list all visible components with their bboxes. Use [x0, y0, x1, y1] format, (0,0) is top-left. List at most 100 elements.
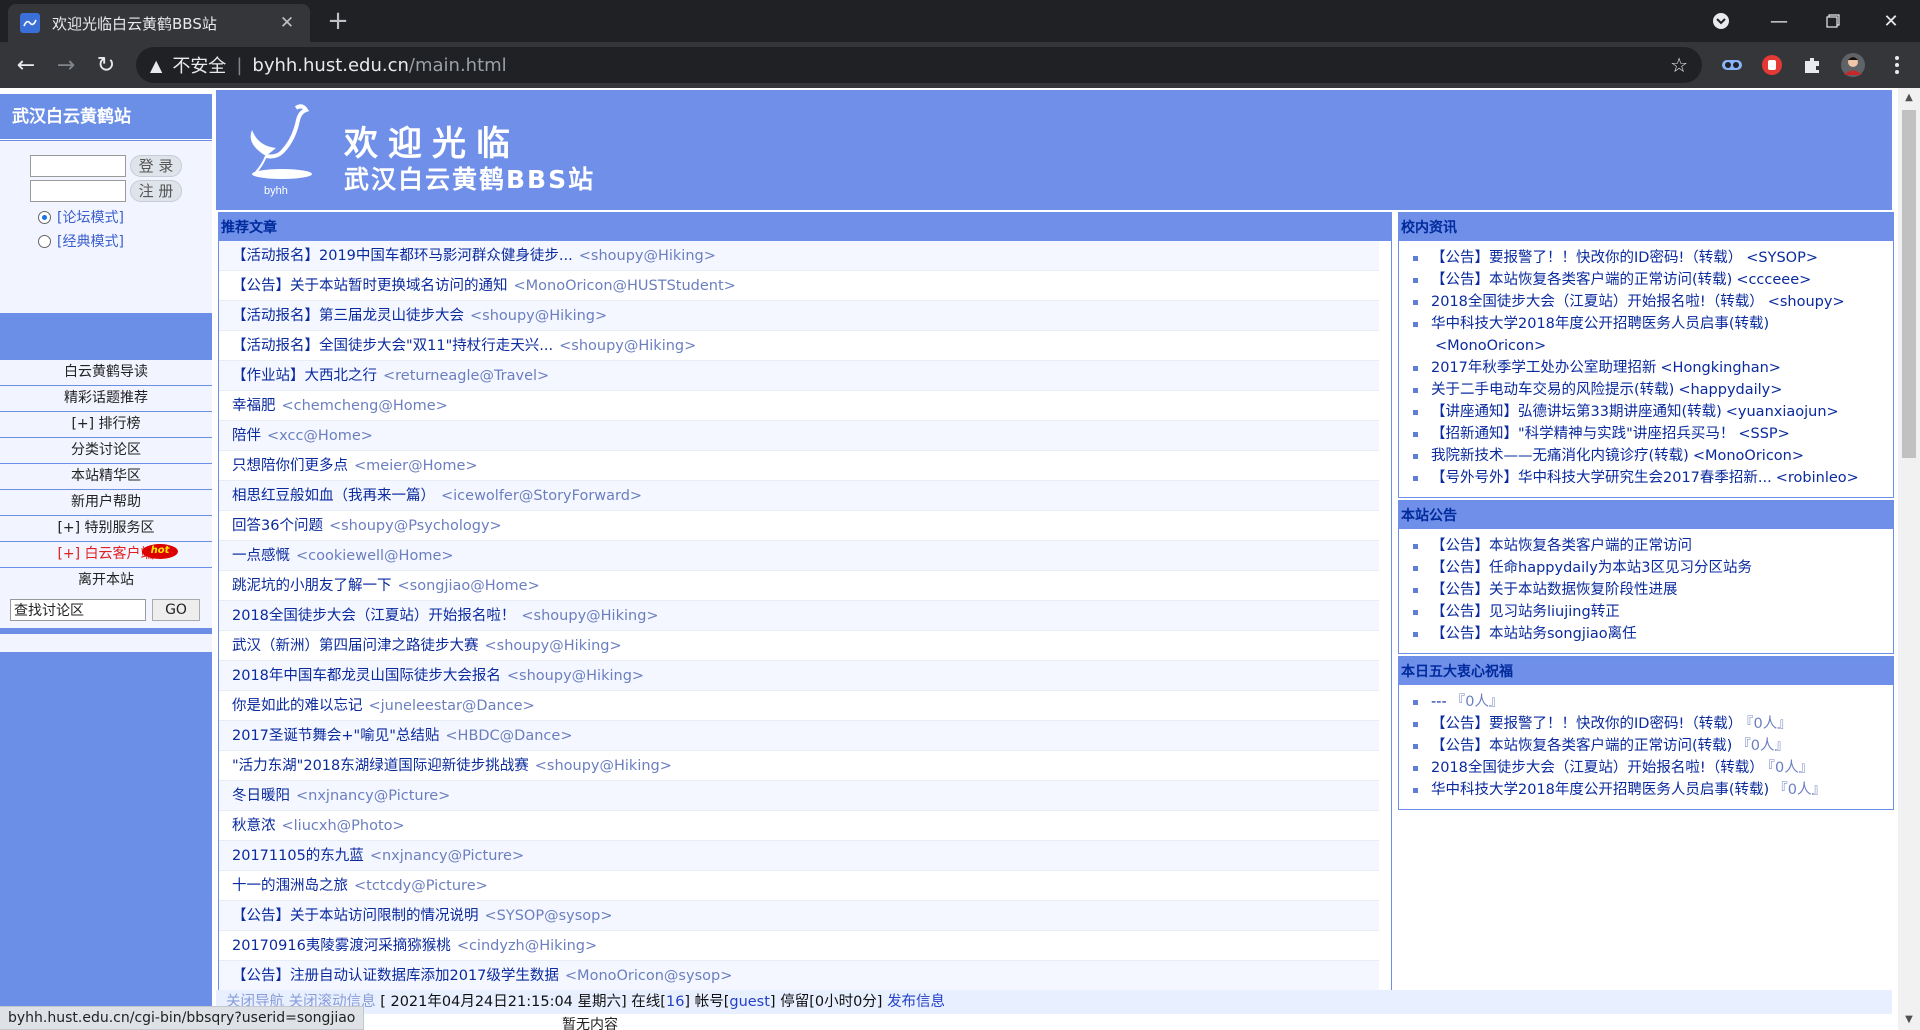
go-button[interactable]: GO: [152, 599, 200, 621]
news-title[interactable]: 【讲座通知】弘德讲坛第33期讲座通知(转载): [1431, 404, 1722, 420]
back-icon[interactable]: ←: [6, 45, 46, 85]
article-row[interactable]: 只想陪你们更多点 <meier@Home>: [219, 451, 1379, 481]
reload-icon[interactable]: ↻: [86, 45, 126, 85]
article-title[interactable]: 【活动报名】第三届龙灵山徒步大会: [232, 308, 464, 324]
forward-icon[interactable]: →: [46, 45, 86, 85]
board-search-input[interactable]: [10, 599, 146, 621]
article-author[interactable]: <cookiewell@Home>: [296, 548, 454, 564]
article-title[interactable]: 秋意浓: [232, 818, 276, 834]
online-count[interactable]: 16: [666, 994, 684, 1010]
browser-menu-icon[interactable]: [1882, 50, 1912, 80]
blessing-title[interactable]: ---: [1431, 694, 1447, 710]
radio-classic-mode[interactable]: [38, 234, 51, 248]
article-title[interactable]: 【作业站】大西北之行: [232, 368, 377, 384]
browser-tab[interactable]: 欢迎光临白云黄鹤BBS站 ✕: [8, 4, 310, 42]
news-title[interactable]: 关于二手电动车交易的风险提示(转载): [1431, 382, 1674, 398]
news-title[interactable]: 2018全国徒步大会（江夏站）开始报名啦!（转载）: [1431, 294, 1764, 310]
article-title[interactable]: 【活动报名】全国徒步大会"双11"持杖行走天兴...: [232, 338, 553, 354]
article-row[interactable]: 武汉（新洲）第四届问津之路徒步大赛 <shoupy@Hiking>: [219, 631, 1379, 661]
menu-hot-topics[interactable]: 精彩话题推荐: [0, 386, 212, 411]
warning-icon[interactable]: ▲: [150, 56, 162, 75]
article-author[interactable]: <chemcheng@Home>: [282, 398, 448, 414]
article-author[interactable]: <tctcdy@Picture>: [354, 878, 488, 894]
list-item[interactable]: 【公告】本站恢复各类客户端的正常访问(转载) 『0人』: [1399, 735, 1893, 757]
article-author[interactable]: <MonoOricon@sysop>: [565, 968, 732, 984]
menu-leave[interactable]: 离开本站: [0, 568, 212, 593]
blessing-title[interactable]: 【公告】本站恢复各类客户端的正常访问(转载): [1431, 738, 1732, 754]
article-row[interactable]: 【作业站】大西北之行 <returneagle@Travel>: [219, 361, 1379, 391]
article-row[interactable]: 一点感慨 <cookiewell@Home>: [219, 541, 1379, 571]
article-row[interactable]: "活力东湖"2018东湖绿道国际迎新徒步挑战赛 <shoupy@Hiking>: [219, 751, 1379, 781]
mode-forum[interactable]: [论坛模式]: [38, 207, 124, 227]
article-row[interactable]: 【公告】关于本站暂时更换域名访问的通知 <MonoOricon@HUSTStude…: [219, 271, 1379, 301]
list-item[interactable]: 【公告】本站恢复各类客户端的正常访问: [1399, 535, 1893, 557]
news-author[interactable]: <happydaily>: [1678, 382, 1782, 398]
publish-link[interactable]: 发布信息: [887, 994, 945, 1010]
crane-logo[interactable]: byhh: [236, 100, 328, 200]
article-row[interactable]: 20170916夷陵雾渡河采摘猕猴桃 <cindyzh@Hiking>: [219, 931, 1379, 961]
article-author[interactable]: <SYSOP@sysop>: [485, 908, 613, 924]
profile-avatar-icon[interactable]: [1838, 50, 1868, 80]
list-item[interactable]: 我院新技术——无痛消化内镜诊疗(转载) <MonoOricon>: [1399, 445, 1893, 467]
article-row[interactable]: 陪伴 <xcc@Home>: [219, 421, 1379, 451]
list-item[interactable]: --- 『0人』: [1399, 691, 1893, 713]
radio-forum-mode[interactable]: [38, 210, 51, 224]
article-row[interactable]: 20171105的东九蓝 <nxjnancy@Picture>: [219, 841, 1379, 871]
list-item[interactable]: 【公告】本站恢复各类客户端的正常访问(转载) <ccceee>: [1399, 269, 1893, 291]
article-title[interactable]: 【公告】注册自动认证数据库添加2017级学生数据: [232, 968, 559, 984]
article-title[interactable]: 冬日暖阳: [232, 788, 290, 804]
list-item[interactable]: 华中科技大学2018年度公开招聘医务人员启事(转载) 『0人』: [1399, 779, 1893, 801]
news-author[interactable]: <robinleo>: [1776, 470, 1859, 486]
article-row[interactable]: 【活动报名】2019中国车都环马影河群众健身徒步... <shoupy@Hikin…: [219, 241, 1379, 271]
article-title[interactable]: 20170916夷陵雾渡河采摘猕猴桃: [232, 938, 451, 954]
menu-digest[interactable]: 本站精华区: [0, 464, 212, 489]
page-scrollbar[interactable]: ▲ ▼: [1898, 88, 1920, 1030]
news-author[interactable]: <MonoOricon>: [1693, 448, 1804, 464]
list-item[interactable]: 【招新通知】"科学精神与实践"讲座招兵买马！ <SSP>: [1399, 423, 1893, 445]
extension-mask-icon[interactable]: [1717, 50, 1747, 80]
list-item[interactable]: 关于二手电动车交易的风险提示(转载) <happydaily>: [1399, 379, 1893, 401]
login-button[interactable]: 登 录: [130, 155, 182, 177]
article-title[interactable]: 一点感慨: [232, 548, 290, 564]
article-author[interactable]: <shoupy@Hiking>: [579, 248, 716, 264]
menu-client[interactable]: [+] 白云客户端 hot: [0, 542, 212, 567]
news-title[interactable]: 2017年秋季学工处办公室助理招新: [1431, 360, 1656, 376]
tab-close-icon[interactable]: ✕: [276, 13, 298, 33]
article-author[interactable]: <icewolfer@StoryForward>: [441, 488, 642, 504]
blessing-title[interactable]: 【公告】要报警了！！快改你的ID密码!（转载）: [1431, 716, 1742, 732]
article-author[interactable]: <nxjnancy@Picture>: [370, 848, 524, 864]
account-name[interactable]: guest: [729, 994, 770, 1010]
news-author[interactable]: <yuanxiaojun>: [1726, 404, 1839, 420]
menu-special-services[interactable]: [+] 特别服务区: [0, 516, 212, 541]
list-item[interactable]: 【公告】任命happydaily为本站3区见习分区站务: [1399, 557, 1893, 579]
restore-icon[interactable]: [1810, 0, 1856, 42]
article-title[interactable]: 2017圣诞节舞会+"喻见"总结贴: [232, 728, 439, 744]
list-item[interactable]: 【号外号外】华中科技大学研究生会2017春季招新... <robinleo>: [1399, 467, 1893, 489]
list-item[interactable]: 2018全国徒步大会（江夏站）开始报名啦!（转载） <shoupy>: [1399, 291, 1893, 313]
menu-guide[interactable]: 白云黄鹤导读: [0, 360, 212, 385]
article-row[interactable]: 2017圣诞节舞会+"喻见"总结贴 <HBDC@Dance>: [219, 721, 1379, 751]
menu-new-user-help[interactable]: 新用户帮助: [0, 490, 212, 515]
article-author[interactable]: <shoupy@Hiking>: [470, 308, 607, 324]
list-item[interactable]: 【公告】要报警了！！快改你的ID密码!（转载） <SYSOP>: [1399, 247, 1893, 269]
scroll-down-icon[interactable]: ▼: [1903, 1014, 1915, 1025]
list-item[interactable]: 【公告】本站站务songjiao离任: [1399, 623, 1893, 645]
article-author[interactable]: <shoupy@Hiking>: [507, 668, 644, 684]
scroll-thumb[interactable]: [1902, 110, 1916, 458]
article-title[interactable]: 陪伴: [232, 428, 261, 444]
blessing-title[interactable]: 2018全国徒步大会（江夏站）开始报名啦!（转载）: [1431, 760, 1764, 776]
list-item[interactable]: 【讲座通知】弘德讲坛第33期讲座通知(转载) <yuanxiaojun>: [1399, 401, 1893, 423]
article-row[interactable]: 跳泥坑的小朋友了解一下 <songjiao@Home>: [219, 571, 1379, 601]
extensions-puzzle-icon[interactable]: [1797, 50, 1827, 80]
article-title[interactable]: 20171105的东九蓝: [232, 848, 364, 864]
article-author[interactable]: <liucxh@Photo>: [282, 818, 405, 834]
list-item[interactable]: 华中科技大学2018年度公开招聘医务人员启事(转载) <MonoOricon>: [1399, 313, 1893, 357]
article-author[interactable]: <nxjnancy@Picture>: [296, 788, 450, 804]
article-author[interactable]: <meier@Home>: [354, 458, 478, 474]
news-title[interactable]: 华中科技大学2018年度公开招聘医务人员启事(转载): [1431, 316, 1769, 332]
article-author[interactable]: <HBDC@Dance>: [445, 728, 572, 744]
register-button[interactable]: 注 册: [130, 180, 182, 202]
tab-search-icon[interactable]: [1698, 0, 1744, 42]
article-row[interactable]: 幸福肥 <chemcheng@Home>: [219, 391, 1379, 421]
article-title[interactable]: 相思红豆般如血（我再来一篇）: [232, 488, 435, 504]
